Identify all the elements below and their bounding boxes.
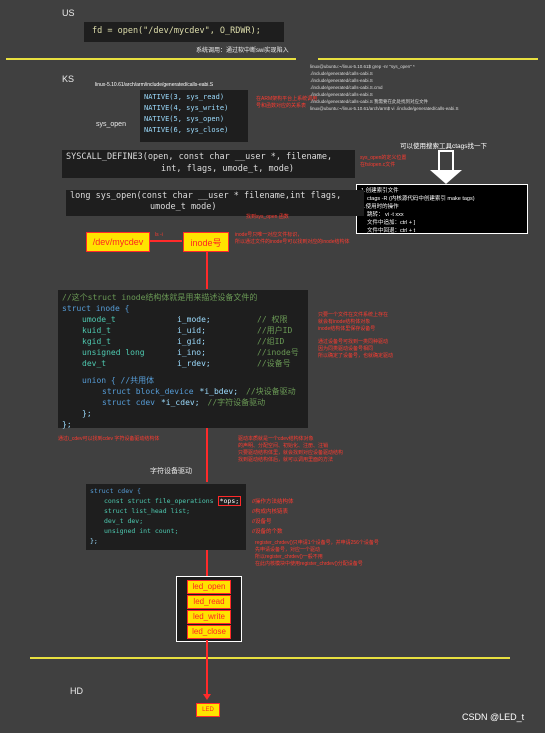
dev-mycdev-box: /dev/mycdev (86, 232, 150, 252)
native-row: NATIVE(5, sys_open) (144, 115, 225, 123)
cdev-struct-code: struct cdev { const struct file_operatio… (86, 484, 246, 550)
cdev-down-connector (206, 428, 208, 482)
inode-field-row: umode_t i_mode;// 权限 (82, 315, 288, 324)
inode-field-row: dev_t i_rdev;//设备号 (82, 359, 291, 368)
terminal-line: ./include/generated/calls-eabi.S (310, 78, 373, 83)
ls-i-arrow (150, 240, 182, 242)
ctags-box: 1.创建索引文件 ctags -R (内核源代码中创建索引 make tags)… (356, 184, 528, 234)
inode-struct-code: //这个struct inode结构体就是用来描述设备文件的 struct in… (58, 290, 308, 429)
terminal-line: ./include/generated/calls-oabi.S.cmd (310, 85, 383, 90)
cdev-field-row: dev_t dev; (104, 517, 144, 525)
terminal-line: linux@ubuntu:~/linux-5.10.61/arch/arm$ v… (310, 106, 459, 111)
led-down-connector (206, 640, 208, 698)
down-arrow-icon (438, 150, 454, 172)
native-table: NATIVE(3, sys_read) NATIVE(4, sys_write)… (140, 90, 248, 142)
us-ks-divider-right (318, 58, 538, 60)
ls-i-label: ls -i (155, 232, 163, 238)
syscall-define-code: SYSCALL_DEFINE3(open, const char __user … (62, 150, 355, 178)
inode-number-box: inode号 (183, 232, 229, 252)
syscall-caption: 系统调用：通过软中断swi实现陷入 (196, 48, 289, 54)
sys-open-code: long sys_open(const char __user * filena… (66, 190, 364, 216)
watermark: CSDN @LED_t (462, 712, 525, 722)
led-box: LED (196, 703, 220, 717)
sys-open-note: 找到sys_open 函数 (246, 214, 289, 220)
us-label: US (62, 8, 75, 18)
inode-field-row: unsigned long i_ino;//inode号 (82, 348, 299, 357)
cdev-field-row: struct list_head list; (104, 507, 191, 515)
ctags-hint: 可以使用搜索工具ctags找一下 (400, 143, 488, 150)
us-ks-divider (6, 58, 296, 60)
terminal-line: ./include/generated/calls-oabi.S 我需要在此处找… (310, 99, 429, 104)
fop-item: led_open (187, 579, 231, 594)
cdev-side-note: register_chrdev()只申请1个设备号，并申请256个设备号 先申请设… (255, 540, 379, 567)
open-call-code: fd = open("/dev/mycdev", O_RDWR); (92, 26, 261, 36)
syscall-note: sys_open的定义位置 在fs/open.c文件 (360, 155, 407, 168)
native-row: NATIVE(4, sys_write) (144, 104, 229, 112)
inode-side-note: 只要一个文件在文件系统上存在 就会有inode结构体对象 inode结构体里保存设备… (318, 312, 394, 359)
inode-union-row: struct block_device *i_bdev;//块设备驱动 (102, 387, 296, 396)
grep-terminal: linux@ubuntu:~/linux-5.10.61$ grep -nr "… (310, 63, 540, 112)
ks-hd-divider (30, 657, 510, 659)
terminal-line: ./include/generated/calls-oabi.S (310, 71, 373, 76)
cdev-field-row: const struct file_operations *ops; (104, 496, 242, 506)
ops-highlight: *ops; (217, 496, 242, 506)
sys-open-label: sys_open (96, 121, 126, 128)
us-code-box: fd = open("/dev/mycdev", O_RDWR); (84, 22, 284, 42)
terminal-line: linux@ubuntu:~/linux-5.10.61$ grep -nr "… (310, 64, 415, 69)
ks-label: KS (62, 74, 75, 84)
arrow-head-icon (430, 170, 462, 184)
native-row: NATIVE(6, sys_close) (144, 126, 229, 134)
inode-down-connector (206, 251, 208, 289)
fops-box: led_open led_read led_write led_close (176, 576, 242, 642)
led-arrow-icon (203, 694, 211, 700)
fop-item: led_read (187, 594, 231, 609)
cdev-note-left: 通过i_cdev可以找到cdev 字符设备驱动结构体 (58, 436, 160, 442)
native-note: 在ARM架构平台上系统调用 号和函数对应的关系表 (256, 96, 318, 109)
calls-eabi-path: linux-5.10.61/arch/arm/include/generated… (95, 82, 214, 88)
inode-field-row: kuid_t i_uid;//用户ID (82, 326, 293, 335)
hd-label: HD (70, 686, 83, 696)
native-row: NATIVE(3, sys_read) (144, 93, 225, 101)
char-driver-label: 字符设备驱动 (150, 468, 192, 475)
inode-field-row: kgid_t i_gid;//组ID (82, 337, 285, 346)
cdev-field-row: unsigned int count; (104, 527, 179, 535)
cdev-comments: //操作方法结构体 //构成内核链表 //设备号 //设备的个数 (252, 499, 294, 535)
cdev-note-right: 驱动本质就是一个cdev结构体对象 的声明、分配空间、初始化、注册、注销 只要驱动… (238, 436, 344, 463)
fops-down-connector (206, 550, 208, 576)
inode-note: inode号只唯一对应文件标识， 所以通过文件的inode号可以找到对应的inod… (235, 232, 350, 245)
fop-item: led_close (187, 624, 231, 639)
terminal-line: ./include/generated/calls-eabi.S (310, 92, 373, 97)
inode-union-row: struct cdev *i_cdev;//字符设备驱动 (102, 398, 266, 407)
fop-item: led_write (187, 609, 231, 624)
